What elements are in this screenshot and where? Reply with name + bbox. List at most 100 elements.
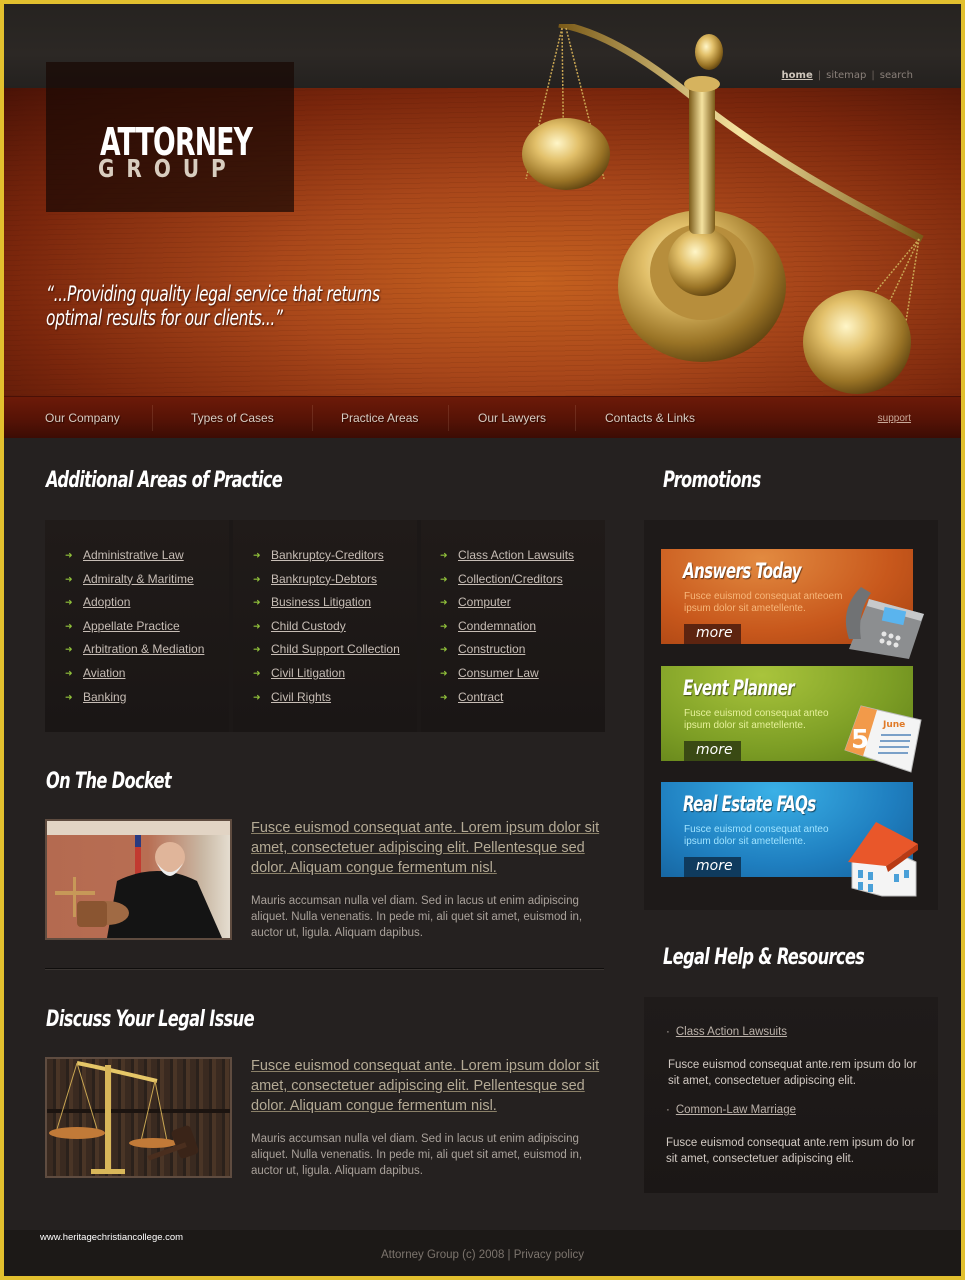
practice-list: ➜ Bankruptcy-Creditors ➜ Bankruptcy-Debtor… bbox=[253, 548, 400, 713]
list-item: ➜ Civil Rights bbox=[253, 690, 400, 714]
practice-link[interactable]: Contract bbox=[458, 690, 503, 704]
nav-our-lawyers[interactable]: Our Lawyers bbox=[478, 411, 546, 425]
practice-link[interactable]: Arbitration & Mediation bbox=[83, 642, 204, 656]
list-item: ➜ Computer bbox=[440, 595, 574, 619]
docket-lead-link[interactable]: Fusce euismod consequat ante. Lorem ipsu… bbox=[251, 818, 611, 878]
nav-types-of-cases[interactable]: Types of Cases bbox=[191, 411, 274, 425]
promo-text: Fusce euismod consequat anteoem ipsum do… bbox=[684, 591, 843, 614]
discuss-lead-link[interactable]: Fusce euismod consequat ante. Lorem ipsu… bbox=[251, 1056, 611, 1116]
practice-column: ➜ Administrative Law ➜ Admiralty & Maritim… bbox=[45, 520, 229, 732]
practice-link[interactable]: Computer bbox=[458, 595, 511, 609]
practice-link[interactable]: Child Support Collection bbox=[271, 642, 400, 656]
resource-text: Fusce euismod consequat ante.rem ipsum d… bbox=[668, 1059, 917, 1087]
green-arrow-icon: ➜ bbox=[440, 550, 448, 560]
list-item: ➜ Child Custody bbox=[253, 619, 400, 643]
practice-link[interactable]: Bankruptcy-Creditors bbox=[271, 548, 384, 562]
promo-title: Real Estate FAQs bbox=[683, 792, 816, 816]
resource-link[interactable]: Common-Law Marriage bbox=[676, 1104, 796, 1116]
resource-item: · Class Action Lawsuits bbox=[666, 1026, 787, 1038]
list-item: ➜ Aviation bbox=[65, 666, 204, 690]
practice-column: ➜ Class Action Lawsuits ➜ Collection/Credi… bbox=[421, 520, 605, 732]
practice-list: ➜ Class Action Lawsuits ➜ Collection/Credi… bbox=[440, 548, 574, 713]
copyright-text[interactable]: Attorney Group (c) 2008 | Privacy policy bbox=[4, 1249, 961, 1261]
main-nav: Our Company Types of Cases Practice Area… bbox=[4, 396, 961, 438]
nav-contacts-links[interactable]: Contacts & Links bbox=[605, 411, 695, 425]
promo-answers-today[interactable]: Answers Today Fusce euismod consequat an… bbox=[661, 549, 924, 659]
practice-link[interactable]: Construction bbox=[458, 642, 525, 656]
practice-link[interactable]: Adoption bbox=[83, 595, 130, 609]
practice-link[interactable]: Admiralty & Maritime bbox=[83, 572, 194, 586]
green-arrow-icon: ➜ bbox=[253, 620, 261, 631]
more-button[interactable]: more bbox=[684, 741, 741, 761]
docket-heading: On The Docket bbox=[46, 769, 172, 794]
list-item: ➜ Bankruptcy-Creditors bbox=[253, 548, 400, 572]
discuss-body-text: Mauris accumsan nulla vel diam. Sed in l… bbox=[251, 1133, 583, 1177]
practice-link[interactable]: Condemnation bbox=[458, 619, 536, 633]
nav-practice-areas[interactable]: Practice Areas bbox=[341, 411, 418, 425]
logo-subtitle[interactable]: GROUP bbox=[98, 154, 238, 183]
scales-and-gavel-photo[interactable] bbox=[45, 1057, 232, 1178]
nav-divider bbox=[152, 405, 153, 431]
more-button[interactable]: more bbox=[684, 857, 741, 877]
calendar-month: June bbox=[882, 720, 905, 730]
green-arrow-icon: ➜ bbox=[253, 644, 261, 655]
list-item: ➜ Consumer Law bbox=[440, 666, 574, 690]
green-arrow-icon: ➜ bbox=[65, 620, 73, 631]
list-item: ➜ Adoption bbox=[65, 595, 204, 619]
list-item: ➜ Arbitration & Mediation bbox=[65, 642, 204, 666]
scales-of-justice-image bbox=[522, 24, 924, 394]
practice-link[interactable]: Child Custody bbox=[271, 619, 346, 633]
calendar-icon: 5 June bbox=[844, 705, 922, 773]
practice-link[interactable]: Civil Litigation bbox=[271, 666, 345, 680]
practice-link[interactable]: Collection/Creditors bbox=[458, 572, 563, 586]
support-link[interactable]: support bbox=[878, 413, 911, 424]
resource-text: Fusce euismod consequat ante.rem ipsum d… bbox=[666, 1137, 915, 1165]
list-item: ➜ Appellate Practice bbox=[65, 619, 204, 643]
nav-divider bbox=[448, 405, 449, 431]
green-arrow-icon: ➜ bbox=[440, 667, 448, 678]
practice-link[interactable]: Aviation bbox=[83, 666, 125, 680]
promo-real-estate-faqs[interactable]: Real Estate FAQs Fusce euismod consequat… bbox=[661, 782, 918, 897]
green-arrow-icon: ➜ bbox=[253, 597, 261, 608]
promo-text: Fusce euismod consequat anteo ipsum dolo… bbox=[684, 824, 829, 847]
list-item: ➜ Child Support Collection bbox=[253, 642, 400, 666]
promo-text: Fusce euismod consequat anteo ipsum dolo… bbox=[684, 708, 829, 731]
list-item: ➜ Civil Litigation bbox=[253, 666, 400, 690]
green-arrow-icon: ➜ bbox=[65, 573, 73, 584]
practice-link[interactable]: Class Action Lawsuits bbox=[458, 548, 574, 562]
nav-our-company[interactable]: Our Company bbox=[45, 411, 120, 425]
resource-item: · Common-Law Marriage bbox=[666, 1104, 796, 1116]
tagline: “...Providing quality legal service that… bbox=[46, 282, 380, 330]
bullet-icon: · bbox=[666, 1104, 670, 1116]
docket-body-text: Mauris accumsan nulla vel diam. Sed in l… bbox=[251, 895, 583, 939]
green-arrow-icon: ➜ bbox=[440, 597, 448, 608]
practice-link[interactable]: Consumer Law bbox=[458, 666, 539, 680]
nav-divider bbox=[575, 405, 576, 431]
more-button[interactable]: more bbox=[684, 624, 741, 644]
list-item: ➜ Banking bbox=[65, 690, 204, 714]
green-arrow-icon: ➜ bbox=[65, 597, 73, 608]
green-arrow-icon: ➜ bbox=[65, 644, 73, 655]
green-arrow-icon: ➜ bbox=[253, 573, 261, 584]
practice-link[interactable]: Administrative Law bbox=[83, 548, 184, 562]
practice-link[interactable]: Banking bbox=[83, 690, 126, 704]
practice-areas-box: ➜ Administrative Law ➜ Admiralty & Maritim… bbox=[45, 520, 605, 732]
resource-link[interactable]: Class Action Lawsuits bbox=[676, 1026, 787, 1038]
list-item: ➜ Class Action Lawsuits bbox=[440, 548, 574, 572]
practice-link[interactable]: Bankruptcy-Debtors bbox=[271, 572, 377, 586]
tagline-line-1: “...Providing quality legal service that… bbox=[46, 282, 380, 306]
green-arrow-icon: ➜ bbox=[440, 691, 448, 702]
judge-with-gavel-photo[interactable] bbox=[45, 819, 232, 940]
section-divider bbox=[45, 968, 604, 970]
promo-title: Answers Today bbox=[683, 559, 802, 583]
practice-link[interactable]: Business Litigation bbox=[271, 595, 371, 609]
practice-link[interactable]: Civil Rights bbox=[271, 690, 331, 704]
practice-list: ➜ Administrative Law ➜ Admiralty & Maritim… bbox=[65, 548, 204, 713]
promo-event-planner[interactable]: Event Planner Fusce euismod consequat an… bbox=[661, 666, 922, 773]
list-item: ➜ Business Litigation bbox=[253, 595, 400, 619]
green-arrow-icon: ➜ bbox=[65, 691, 73, 702]
house-icon bbox=[848, 822, 918, 897]
practice-column: ➜ Bankruptcy-Creditors ➜ Bankruptcy-Debtor… bbox=[233, 520, 417, 732]
practice-link[interactable]: Appellate Practice bbox=[83, 619, 180, 633]
green-arrow-icon: ➜ bbox=[253, 691, 261, 702]
